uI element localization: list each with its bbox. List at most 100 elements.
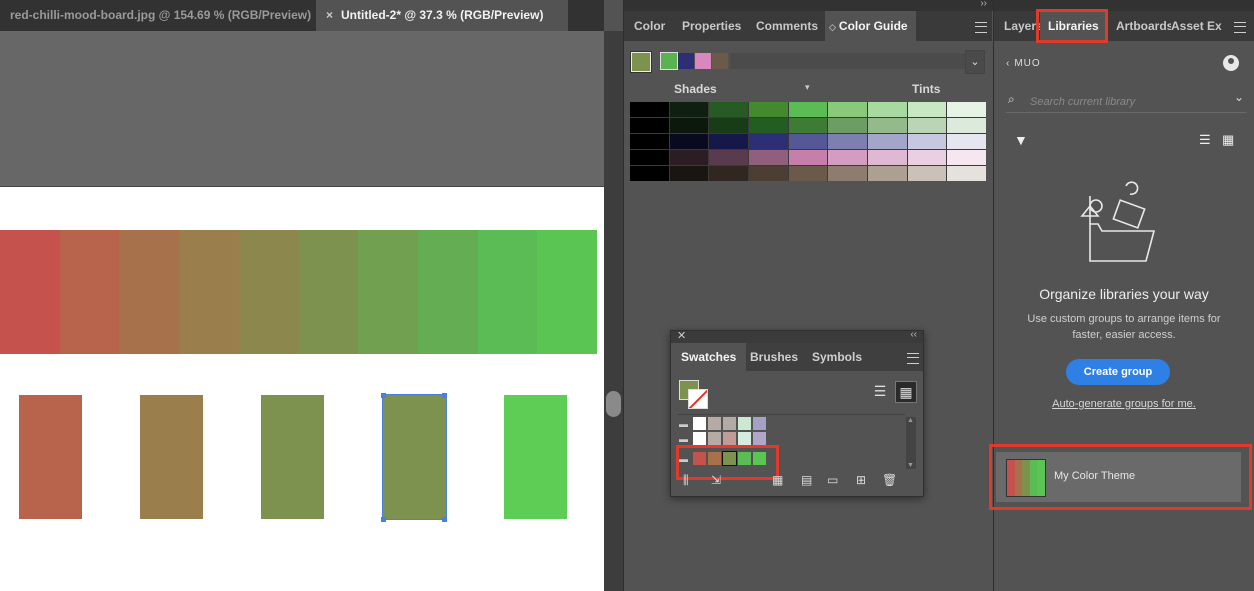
scroll-up-icon[interactable]: ▲ [907, 417, 914, 424]
variation-swatch[interactable] [669, 150, 709, 165]
panel-menu-icon[interactable] [975, 22, 987, 33]
swatch-rectangle[interactable] [261, 395, 324, 519]
swatch-options-icon[interactable]: ▤ [801, 473, 812, 487]
tab-color[interactable]: Color [626, 11, 673, 41]
harmony-swatch[interactable] [695, 53, 711, 69]
selection-handle[interactable] [381, 393, 386, 398]
variation-swatch[interactable] [788, 102, 828, 117]
variation-swatch[interactable] [749, 102, 788, 117]
scrollbar-thumb[interactable] [606, 391, 621, 417]
variation-swatch[interactable] [947, 166, 986, 181]
stroke-none-swatch[interactable] [688, 389, 708, 409]
search-input[interactable] [1028, 92, 1222, 112]
harmony-swatch[interactable] [660, 52, 678, 70]
tab-color-guide[interactable]: ◇ Color Guide [825, 11, 916, 41]
tab-symbols[interactable]: Symbols [802, 343, 872, 371]
variation-swatch[interactable] [749, 150, 788, 165]
swatch-cell[interactable] [753, 432, 766, 445]
chevron-left-icon[interactable]: ‹ [1006, 58, 1010, 69]
selection-handle[interactable] [442, 517, 447, 522]
variation-swatch[interactable] [947, 134, 986, 149]
create-group-button[interactable]: Create group [1066, 359, 1170, 385]
variation-swatch[interactable] [630, 166, 669, 181]
panel-collapse-bar[interactable]: ›› [624, 0, 993, 11]
collapse-arrows-icon[interactable]: ‹‹ [910, 329, 917, 340]
variation-swatch[interactable] [868, 118, 907, 133]
variation-swatch[interactable] [709, 150, 748, 165]
panel-menu-icon[interactable] [1234, 22, 1246, 33]
collapse-arrows-icon[interactable]: ›› [980, 0, 987, 9]
auto-generate-groups-link[interactable]: Auto-generate groups for me. [994, 398, 1254, 410]
document-tab-red-chilli[interactable]: red-chilli-mood-board.jpg @ 154.69 % (RG… [0, 0, 321, 31]
variation-swatch[interactable] [947, 150, 986, 165]
variation-swatch[interactable] [828, 150, 867, 165]
variation-swatch[interactable] [828, 102, 867, 117]
variation-swatch[interactable] [907, 166, 947, 181]
folder-icon[interactable]: ▬ [679, 434, 688, 444]
variation-swatch[interactable] [907, 118, 947, 133]
tab-brushes[interactable]: Brushes [740, 343, 808, 371]
show-kinds-icon[interactable]: ▦ [772, 473, 783, 487]
collaborator-icon[interactable] [1223, 55, 1239, 71]
variation-swatch[interactable] [709, 118, 748, 133]
swatch-cell[interactable] [708, 417, 721, 430]
new-swatch-icon[interactable]: ⊞ [856, 473, 866, 487]
artboard[interactable] [0, 186, 604, 591]
delete-swatch-icon[interactable]: 🗑 [882, 473, 897, 487]
harmony-swatch[interactable] [712, 53, 728, 69]
selected-swatch-rectangle[interactable] [382, 394, 447, 520]
variation-swatch[interactable] [947, 118, 986, 133]
swatch-rectangle[interactable] [19, 395, 82, 519]
sort-icon[interactable]: ☰ [1199, 132, 1211, 148]
variation-swatch[interactable] [828, 166, 867, 181]
swatch-cell[interactable] [693, 432, 706, 445]
variation-swatch[interactable] [788, 134, 828, 149]
variation-swatch[interactable] [828, 118, 867, 133]
swatch-cell[interactable] [753, 417, 766, 430]
swatch-rectangle[interactable] [140, 395, 203, 519]
scroll-down-icon[interactable]: ▼ [907, 462, 914, 469]
filter-icon[interactable]: ▼ [1014, 132, 1028, 148]
variation-swatch[interactable] [749, 134, 788, 149]
variation-swatch[interactable] [630, 150, 669, 165]
close-icon[interactable]: × [326, 8, 333, 22]
tab-properties[interactable]: Properties [674, 11, 749, 41]
variation-swatch[interactable] [788, 150, 828, 165]
base-color-swatch[interactable] [631, 52, 651, 72]
swatch-cell[interactable] [708, 432, 721, 445]
variation-swatch[interactable] [868, 102, 907, 117]
swatch-cell[interactable] [738, 417, 751, 430]
variation-swatch[interactable] [709, 166, 748, 181]
harmony-rules-dropdown[interactable]: ⌄ [965, 50, 985, 74]
place-swatches-icon[interactable]: ⇲ [711, 473, 721, 487]
panel-collapse-bar[interactable] [994, 0, 1254, 11]
floating-panel-titlebar[interactable]: ✕ ‹‹ [671, 329, 923, 343]
variation-swatch[interactable] [788, 166, 828, 181]
swatch-cell[interactable] [723, 432, 736, 445]
tab-artboards[interactable]: Artboards [1108, 11, 1171, 41]
variation-swatch[interactable] [749, 166, 788, 181]
variation-swatch[interactable] [709, 134, 748, 149]
variation-swatch[interactable] [630, 134, 669, 149]
variation-swatch[interactable] [709, 102, 748, 117]
swatch-cell[interactable] [723, 417, 736, 430]
selection-handle[interactable] [442, 393, 447, 398]
variation-swatch[interactable] [947, 102, 986, 117]
variation-swatch[interactable] [788, 118, 828, 133]
new-color-group-icon[interactable]: ▭ [827, 473, 838, 487]
variation-swatch[interactable] [828, 134, 867, 149]
variation-swatch[interactable] [669, 118, 709, 133]
grid-view-icon[interactable]: ▦ [895, 381, 917, 403]
grid-view-icon[interactable]: ▦ [1222, 132, 1234, 148]
breadcrumb[interactable]: ‹ MUO [1006, 58, 1041, 69]
selection-handle[interactable] [381, 517, 386, 522]
variation-swatch[interactable] [669, 102, 709, 117]
variation-swatch[interactable] [907, 150, 947, 165]
swatch-libraries-menu-icon[interactable]: ⫼ [683, 473, 689, 488]
variation-dropdown-icon[interactable]: ▾ [805, 82, 810, 93]
variation-swatch[interactable] [907, 102, 947, 117]
swatches-scrollbar[interactable]: ▲ ▼ [906, 417, 916, 469]
tab-swatches[interactable]: Swatches [671, 343, 747, 371]
tab-comments[interactable]: Comments [748, 11, 826, 41]
folder-icon[interactable]: ▬ [679, 419, 688, 429]
